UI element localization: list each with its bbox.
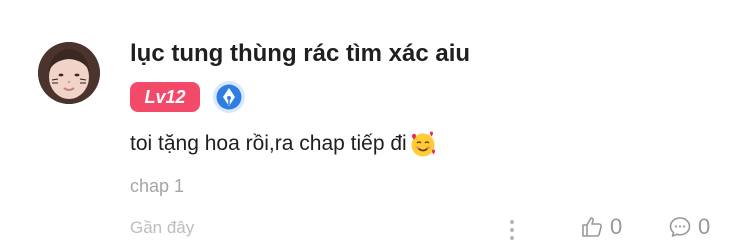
like-button[interactable]: 0 <box>580 214 622 240</box>
chapter-label[interactable]: chap 1 <box>130 176 184 197</box>
fountain-pen-icon <box>212 80 246 114</box>
smiling-face-with-hearts-icon <box>409 130 437 158</box>
level-badge: Lv12 <box>130 82 200 112</box>
comment-text: toi tặng hoa rồi,ra chap tiếp đi <box>130 132 407 155</box>
reply-button[interactable]: 0 <box>668 214 710 240</box>
timestamp: Gần đây <box>130 218 195 237</box>
like-count: 0 <box>610 214 623 239</box>
more-vertical-icon[interactable] <box>503 218 521 242</box>
chat-bubble-icon <box>669 217 691 237</box>
username[interactable]: lục tung thùng rác tìm xác aiu <box>130 40 470 68</box>
avatar[interactable] <box>38 42 100 104</box>
thumbs-up-icon <box>582 217 602 237</box>
comment-content: toi tặng hoa rồi,ra chap tiếp đi <box>130 130 437 158</box>
badge-row: Lv12 <box>130 80 246 114</box>
reply-count: 0 <box>698 214 711 239</box>
comment-item: lục tung thùng rác tìm xác aiu Lv12 toi … <box>0 0 750 247</box>
